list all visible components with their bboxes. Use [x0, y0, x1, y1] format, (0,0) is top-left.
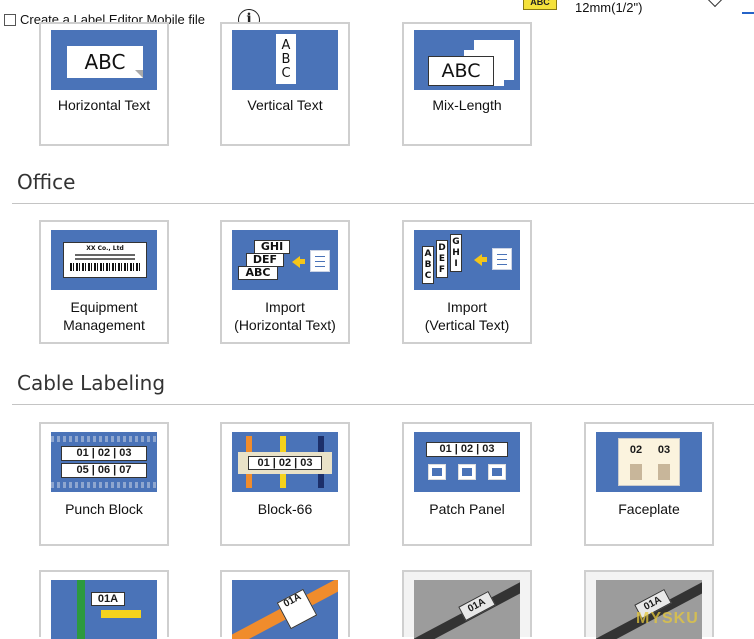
template-import-vertical[interactable]: ABC DEF GHI Import (Vertical Text): [402, 220, 532, 344]
watermark: MYSKU: [636, 610, 699, 627]
tile-label-line2: (Vertical Text): [424, 317, 510, 333]
patch-panel-thumbnail: 01 | 02 | 03: [414, 432, 520, 492]
tape-size-select[interactable]: 12mm(1/2"): [575, 0, 642, 15]
punch-block-thumbnail: 01 | 02 | 03 05 | 06 | 07: [51, 432, 157, 492]
spreadsheet-icon: [492, 248, 512, 270]
mobile-file-checkbox[interactable]: [4, 14, 16, 26]
template-block-66[interactable]: 01 | 02 | 03 Block-66: [220, 422, 350, 546]
faceplate-thumbnail: 02 03: [596, 432, 702, 492]
template-mix-length[interactable]: ABC Mix-Length: [402, 22, 532, 146]
sample-label: ABC: [428, 56, 494, 86]
tile-label: Vertical Text: [247, 97, 323, 113]
tile-label: Horizontal Text: [57, 97, 151, 113]
ethernet-port-icon: [458, 464, 476, 480]
sample-label: DEF: [246, 253, 284, 267]
template-cable-flag[interactable]: 01A: [39, 570, 169, 639]
sample-label-v2: DEF: [436, 240, 448, 278]
tile-label-line1: Equipment: [70, 299, 138, 315]
cable-flag-label: 01A: [91, 592, 125, 606]
sample-label: GHI: [254, 240, 290, 254]
template-punch-block[interactable]: 01 | 02 | 03 05 | 06 | 07 Punch Block: [39, 422, 169, 546]
ethernet-port-icon: [488, 464, 506, 480]
jack-right: [658, 464, 670, 480]
cable-flag-thumbnail: 01A: [51, 580, 157, 639]
asset-label: XX Co., Ltd: [63, 242, 147, 278]
arrow-tail: [481, 257, 487, 262]
char-c: C: [281, 66, 291, 81]
jack-left: [630, 464, 642, 480]
equipment-thumbnail: XX Co., Ltd: [51, 230, 157, 290]
sample-label-v1: ABC: [422, 246, 434, 284]
tile-label: Mix-Length: [432, 97, 502, 113]
tile-label-line2: Management: [63, 317, 145, 333]
fold-corner: [135, 70, 143, 78]
cable-sleeve-thumbnail: 01A: [414, 580, 520, 639]
cable-green: [77, 580, 85, 639]
tile-label-line2: (Horizontal Text): [234, 317, 336, 333]
template-patch-panel[interactable]: 01 | 02 | 03 Patch Panel: [402, 422, 532, 546]
template-horizontal-text[interactable]: ABC Horizontal Text: [39, 22, 169, 146]
cable-wrap-thumbnail: 01A: [232, 580, 338, 639]
template-cable-sleeve[interactable]: 01A: [402, 570, 532, 639]
asset-line: [75, 254, 135, 256]
import-vertical-thumbnail: ABC DEF GHI: [414, 230, 520, 290]
sample-label-vertical: A B C: [276, 34, 296, 84]
pins-top: [51, 436, 157, 442]
tile-label: Faceplate: [618, 501, 680, 517]
template-vertical-text[interactable]: A B C Vertical Text: [220, 22, 350, 146]
punch-row-1: 01 | 02 | 03: [61, 446, 147, 461]
block-66-thumbnail: 01 | 02 | 03: [232, 432, 338, 492]
template-equipment-management[interactable]: XX Co., Ltd Equipment Management: [39, 220, 169, 344]
faceplate-right: 03: [657, 444, 671, 456]
template-import-horizontal[interactable]: GHI DEF ABC Import (Horizontal Text): [220, 220, 350, 344]
tile-label: Block-66: [257, 501, 313, 517]
char-a: A: [281, 38, 291, 53]
horizontal-text-thumbnail: ABC: [51, 30, 157, 90]
faceplate-left: 02: [629, 444, 643, 456]
template-cable-wrap[interactable]: 01A: [220, 570, 350, 639]
cable-sleeve-label: 01A: [458, 590, 496, 622]
asset-label-title: XX Co., Ltd: [86, 245, 124, 252]
ethernet-port-icon: [428, 464, 446, 480]
tile-label: Patch Panel: [429, 501, 505, 517]
section-divider: [12, 203, 754, 204]
section-title-office: Office: [17, 170, 76, 194]
arrow-tail: [299, 259, 305, 264]
section-divider: [12, 404, 754, 405]
block-66-row: 01 | 02 | 03: [248, 456, 322, 470]
tile-label: Punch Block: [65, 501, 143, 517]
tape-icon: ABC: [523, 0, 557, 10]
punch-row-2: 05 | 06 | 07: [61, 463, 147, 478]
chevron-down-icon[interactable]: [707, 0, 723, 8]
tile-label-line1: Import: [447, 299, 487, 315]
barcode: [70, 263, 140, 271]
char-b: B: [281, 52, 291, 67]
vertical-text-thumbnail: A B C: [232, 30, 338, 90]
import-horizontal-thumbnail: GHI DEF ABC: [232, 230, 338, 290]
tile-label-line1: Import: [265, 299, 305, 315]
mix-length-thumbnail: ABC: [414, 30, 520, 90]
sample-label: ABC: [67, 46, 143, 78]
edge-indicator: [742, 12, 754, 14]
sample-label-v3: GHI: [450, 234, 462, 272]
spreadsheet-icon: [310, 250, 330, 272]
pins-bottom: [51, 482, 157, 488]
asset-line: [75, 258, 135, 260]
patch-panel-row: 01 | 02 | 03: [426, 442, 508, 457]
template-faceplate[interactable]: 02 03 Faceplate: [584, 422, 714, 546]
cable-yellow: [101, 610, 141, 618]
sample-label: ABC: [238, 266, 278, 280]
section-title-cable-labeling: Cable Labeling: [17, 371, 166, 395]
